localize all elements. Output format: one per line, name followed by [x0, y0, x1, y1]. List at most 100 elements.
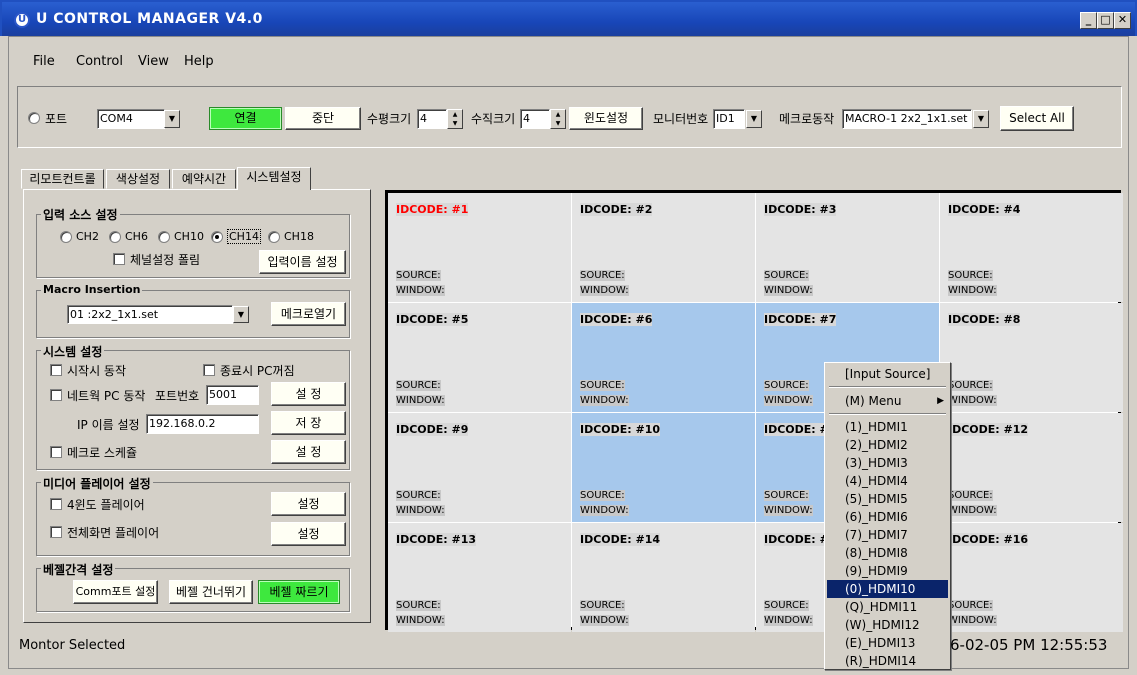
- maximize-button[interactable]: □: [1097, 12, 1114, 29]
- vsize-input[interactable]: 4: [520, 109, 550, 129]
- context-item-hdmi[interactable]: (7)_HDMI7: [827, 526, 948, 544]
- monitor-cell[interactable]: IDCODE: #14 SOURCE: WINDOW:: [572, 523, 755, 632]
- status-text: Montor Selected: [19, 638, 126, 653]
- cell-window-label: WINDOW:: [580, 285, 629, 296]
- port-radio[interactable]: [28, 112, 40, 124]
- macro-schedule-checkbox[interactable]: [50, 446, 62, 458]
- connect-button[interactable]: 연결: [209, 107, 282, 130]
- monitor-cell[interactable]: IDCODE: #13 SOURCE: WINDOW:: [388, 523, 571, 632]
- fullscreen-player-label: 전체화면 플레이어: [67, 526, 160, 540]
- radio-ch2[interactable]: [60, 231, 72, 243]
- menu-view[interactable]: View: [138, 54, 169, 69]
- context-menu-submenu[interactable]: (M) Menu ▶: [827, 392, 948, 410]
- radio-ch14[interactable]: [211, 231, 223, 243]
- radio-ch10[interactable]: [158, 231, 170, 243]
- port-select[interactable]: COM4: [97, 109, 165, 129]
- monitor-cell[interactable]: IDCODE: #2 SOURCE: WINDOW:: [572, 193, 755, 302]
- hsize-input[interactable]: 4: [417, 109, 447, 129]
- context-item-hdmi[interactable]: (W)_HDMI12: [827, 616, 948, 634]
- startup-checkbox[interactable]: [50, 364, 62, 376]
- network-checkbox[interactable]: [50, 389, 62, 401]
- system-title: 시스템 설정: [41, 343, 105, 360]
- channel-poll-checkbox[interactable]: [113, 253, 125, 265]
- fullscreen-player-checkbox[interactable]: [50, 526, 62, 538]
- quad-player-button[interactable]: 설정: [271, 492, 346, 516]
- bezel-cut-button[interactable]: 베젤 짜르기: [258, 580, 340, 604]
- context-item-hdmi[interactable]: (4)_HDMI4: [827, 472, 948, 490]
- monitor-cell[interactable]: IDCODE: #12 SOURCE: WINDOW:: [940, 413, 1123, 522]
- select-all-button[interactable]: Select All: [1000, 106, 1074, 131]
- vsize-spinner[interactable]: ▲ ▼: [550, 109, 566, 129]
- cell-window-label: WINDOW:: [396, 615, 445, 626]
- port-number-input[interactable]: 5001: [206, 385, 259, 405]
- ip-save-button[interactable]: 저 장: [271, 411, 346, 435]
- monitor-cell[interactable]: IDCODE: #1 SOURCE: WINDOW:: [388, 193, 571, 302]
- hsize-label: 수평크기: [367, 112, 412, 126]
- context-item-hdmi[interactable]: (8)_HDMI8: [827, 544, 948, 562]
- minimize-button[interactable]: _: [1080, 12, 1097, 29]
- context-item-hdmi[interactable]: (3)_HDMI3: [827, 454, 948, 472]
- cell-window-label: WINDOW:: [764, 395, 813, 406]
- context-item-hdmi[interactable]: (1)_HDMI1: [827, 418, 948, 436]
- monitor-cell[interactable]: IDCODE: #8 SOURCE: WINDOW:: [940, 303, 1123, 412]
- radio-ch18[interactable]: [268, 231, 280, 243]
- monitor-cell[interactable]: IDCODE: #9 SOURCE: WINDOW:: [388, 413, 571, 522]
- menu-help[interactable]: Help: [184, 54, 214, 69]
- tab-schedule[interactable]: 예약시간: [172, 169, 236, 189]
- chevron-down-icon[interactable]: ▼: [746, 110, 762, 128]
- label-ch6: CH6: [125, 230, 148, 243]
- fullscreen-player-button[interactable]: 설정: [271, 522, 346, 546]
- tab-system[interactable]: 시스템설정: [237, 167, 311, 190]
- cell-source-label: SOURCE:: [396, 380, 441, 391]
- cell-idcode: IDCODE: #10: [580, 423, 661, 436]
- macro-open-button[interactable]: 메크로열기: [271, 302, 346, 326]
- bezel-title: 베젤간격 설정: [41, 561, 116, 578]
- tab-remote[interactable]: 리모트컨트롤: [21, 169, 104, 189]
- cell-idcode: IDCODE: #9: [396, 423, 469, 436]
- ip-input[interactable]: 192.168.0.2: [146, 414, 259, 434]
- close-button[interactable]: ✕: [1114, 12, 1131, 29]
- bezel-skip-button[interactable]: 베젤 건너뛰기: [169, 580, 253, 604]
- port-number-label: 포트번호: [155, 389, 200, 403]
- macro-select[interactable]: MACRO-1 2x2_1x1.set: [842, 109, 972, 129]
- shutdown-checkbox[interactable]: [203, 364, 215, 376]
- comm-port-button[interactable]: Comm포트 설정: [73, 580, 158, 604]
- context-item-hdmi[interactable]: (9)_HDMI9: [827, 562, 948, 580]
- quad-player-checkbox[interactable]: [50, 498, 62, 510]
- media-player-title: 미디어 플레이어 설정: [41, 475, 153, 492]
- monitor-cell[interactable]: IDCODE: #10 SOURCE: WINDOW:: [572, 413, 755, 522]
- context-item-hdmi[interactable]: (E)_HDMI13: [827, 634, 948, 652]
- macro-file-select[interactable]: 01 :2x2_1x1.set: [67, 305, 233, 324]
- window-title: U CONTROL MANAGER V4.0: [36, 11, 263, 27]
- chevron-down-icon[interactable]: ▼: [233, 306, 249, 323]
- label-ch2: CH2: [76, 230, 99, 243]
- network-set-button[interactable]: 설 정: [271, 382, 346, 406]
- monitor-select[interactable]: ID1: [713, 109, 745, 129]
- monitor-cell[interactable]: IDCODE: #6 SOURCE: WINDOW:: [572, 303, 755, 412]
- stop-button[interactable]: 중단: [285, 107, 361, 130]
- window-setup-button[interactable]: 윈도설정: [569, 107, 643, 130]
- context-item-hdmi[interactable]: (5)_HDMI5: [827, 490, 948, 508]
- radio-ch6[interactable]: [109, 231, 121, 243]
- hsize-spinner[interactable]: ▲ ▼: [447, 109, 463, 129]
- cell-source-label: SOURCE:: [764, 380, 809, 391]
- menu-file[interactable]: File: [33, 54, 55, 69]
- monitor-cell[interactable]: IDCODE: #3 SOURCE: WINDOW:: [756, 193, 939, 302]
- cell-idcode: IDCODE: #1: [396, 203, 469, 216]
- menu-control[interactable]: Control: [76, 54, 123, 69]
- context-item-hdmi[interactable]: (R)_HDMI14: [827, 652, 948, 670]
- chevron-down-icon[interactable]: ▼: [973, 110, 989, 128]
- port-label: 포트: [45, 112, 68, 126]
- context-item-hdmi[interactable]: (2)_HDMI2: [827, 436, 948, 454]
- monitor-cell[interactable]: IDCODE: #5 SOURCE: WINDOW:: [388, 303, 571, 412]
- tab-color[interactable]: 색상설정: [106, 169, 170, 189]
- monitor-cell[interactable]: IDCODE: #4 SOURCE: WINDOW:: [940, 193, 1123, 302]
- monitor-cell[interactable]: IDCODE: #16 SOURCE: WINDOW:: [940, 523, 1123, 632]
- chevron-down-icon[interactable]: ▼: [164, 110, 180, 128]
- context-item-hdmi[interactable]: (Q)_HDMI11: [827, 598, 948, 616]
- context-item-hdmi[interactable]: (6)_HDMI6: [827, 508, 948, 526]
- macro-schedule-button[interactable]: 설 정: [271, 440, 346, 464]
- input-rename-button[interactable]: 입력이름 설정: [259, 250, 346, 274]
- context-item-hdmi[interactable]: (0)_HDMI10: [827, 580, 948, 598]
- cell-window-label: WINDOW:: [764, 505, 813, 516]
